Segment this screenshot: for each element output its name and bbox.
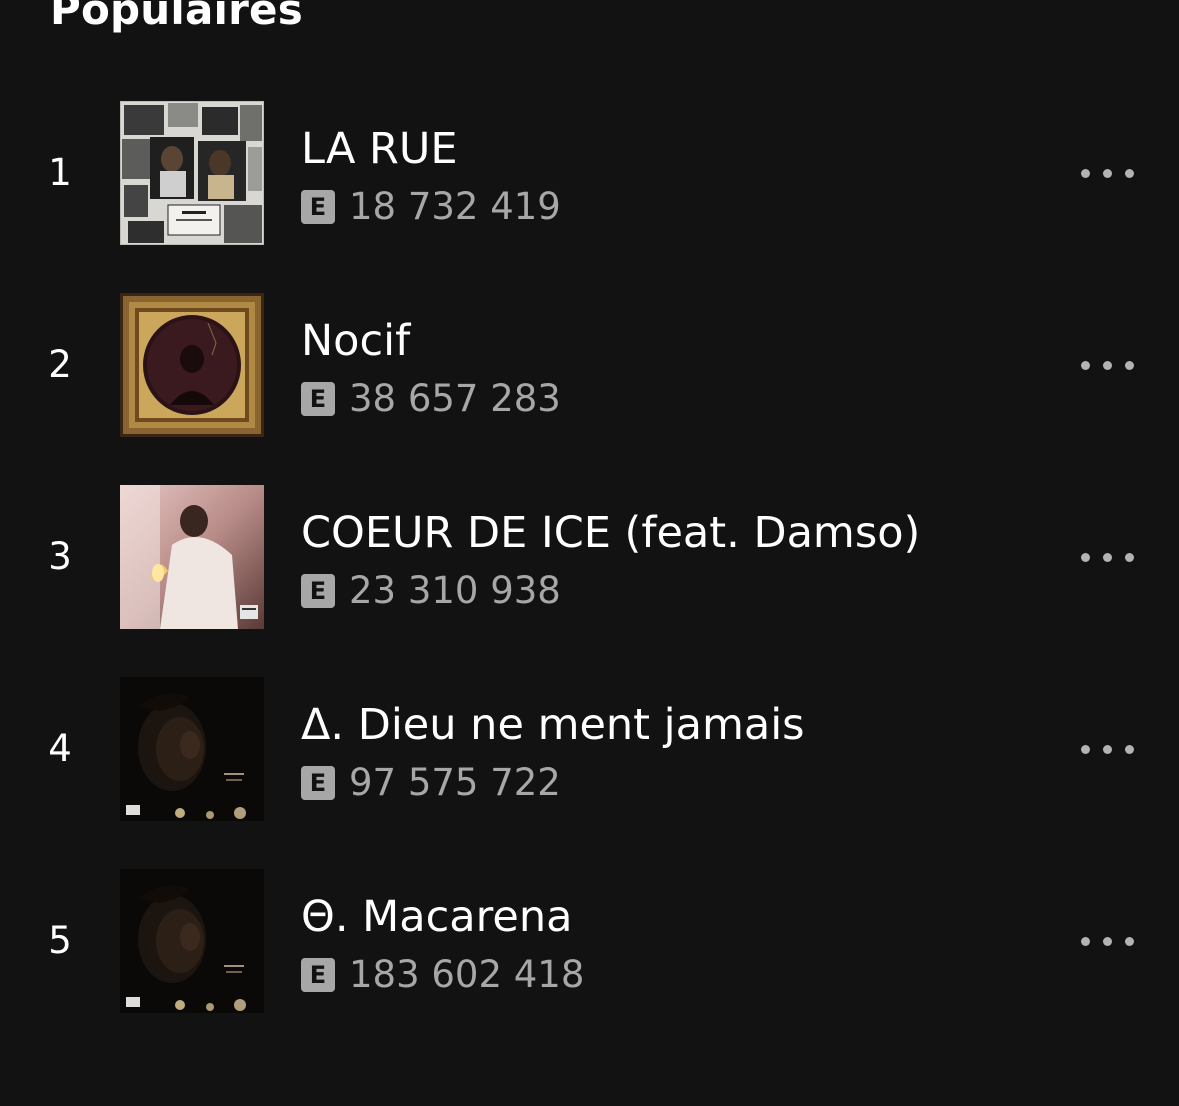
track-number: 5 — [48, 919, 72, 962]
album-art-ipseite — [120, 869, 264, 1013]
track-title: LA RUE — [301, 124, 458, 174]
track-row-3[interactable]: 3 COEUR DE ICE (feat. Damso) E 23 310 93… — [0, 485, 1179, 629]
play-count: 38 657 283 — [349, 377, 561, 420]
track-meta: E 18 732 419 — [301, 185, 561, 229]
track-meta: E 38 657 283 — [301, 377, 561, 421]
play-count: 183 602 418 — [349, 953, 585, 996]
track-row-4[interactable]: 4 Δ. Dieu ne ment jamais E 97 575 722 — [0, 677, 1179, 821]
track-number: 2 — [48, 343, 72, 386]
explicit-badge: E — [301, 766, 335, 800]
track-meta: E 97 575 722 — [301, 761, 561, 805]
explicit-badge: E — [301, 190, 335, 224]
track-meta: E 183 602 418 — [301, 953, 584, 997]
track-number: 4 — [48, 727, 72, 770]
track-number: 1 — [48, 151, 72, 194]
album-art-coeur-de-ice — [120, 485, 264, 629]
album-art-nocif — [120, 293, 264, 437]
explicit-badge: E — [301, 382, 335, 416]
album-art-la-rue — [120, 101, 264, 245]
more-options-icon[interactable] — [1074, 153, 1140, 193]
more-options-icon[interactable] — [1074, 537, 1140, 577]
track-title: Nocif — [301, 316, 411, 366]
track-row-2[interactable]: 2 Nocif E 38 657 283 — [0, 293, 1179, 437]
more-options-icon[interactable] — [1074, 345, 1140, 385]
track-meta: E 23 310 938 — [301, 569, 561, 613]
more-options-icon[interactable] — [1074, 729, 1140, 769]
play-count: 23 310 938 — [349, 569, 561, 612]
more-options-icon[interactable] — [1074, 921, 1140, 961]
explicit-badge: E — [301, 574, 335, 608]
play-count: 97 575 722 — [349, 761, 561, 804]
track-number: 3 — [48, 535, 72, 578]
track-title: Δ. Dieu ne ment jamais — [301, 700, 805, 750]
album-art-ipseite — [120, 677, 264, 821]
play-count: 18 732 419 — [349, 185, 561, 228]
explicit-badge: E — [301, 958, 335, 992]
track-row-5[interactable]: 5 Θ. Macarena E 183 602 418 — [0, 869, 1179, 1013]
track-title: Θ. Macarena — [301, 892, 573, 942]
track-title: COEUR DE ICE (feat. Damso) — [301, 508, 921, 558]
track-row-1[interactable]: 1 LA RUE E 18 732 419 — [0, 101, 1179, 245]
section-title: Populaires — [50, 0, 303, 34]
